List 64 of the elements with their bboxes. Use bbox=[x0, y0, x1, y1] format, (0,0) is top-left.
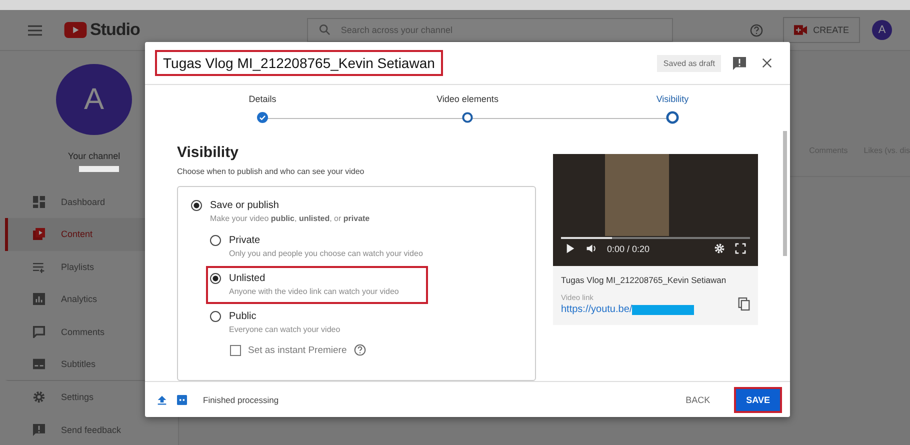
radio-button[interactable] bbox=[210, 235, 221, 246]
play-icon[interactable] bbox=[565, 243, 576, 254]
radio-button[interactable] bbox=[210, 311, 221, 322]
save-button[interactable]: SAVE bbox=[734, 386, 782, 412]
feedback-icon[interactable] bbox=[733, 56, 746, 70]
section-heading: Visibility bbox=[177, 144, 240, 161]
dialog-title: Tugas Vlog MI_212208765_Kevin Setiawan bbox=[155, 50, 443, 76]
search-icon bbox=[318, 24, 330, 35]
redaction-bar bbox=[79, 166, 119, 172]
speech-bubble-icon bbox=[33, 326, 45, 338]
step-label[interactable]: Video elements bbox=[436, 94, 498, 104]
avatar[interactable]: A bbox=[872, 20, 892, 40]
draft-status-chip: Saved as draft bbox=[657, 54, 721, 72]
copy-icon[interactable] bbox=[738, 297, 750, 311]
sidebar-item[interactable]: Playlists bbox=[5, 250, 178, 284]
step-label[interactable]: Visibility bbox=[656, 94, 689, 104]
help-icon[interactable] bbox=[750, 24, 764, 36]
option-description: Make your video public, unlisted, or private bbox=[210, 214, 371, 223]
video-link[interactable]: https://youtu.be/ bbox=[561, 304, 632, 315]
gear-icon bbox=[33, 391, 45, 404]
sidebar-item[interactable]: Dashboard bbox=[5, 186, 178, 218]
video-player[interactable]: 0:00 / 0:20 bbox=[553, 154, 758, 266]
option-label: Private bbox=[229, 235, 260, 246]
volume-icon[interactable] bbox=[586, 243, 597, 254]
logo-text: Studio bbox=[90, 20, 140, 40]
section-description: Choose when to publish and who can see your video bbox=[177, 167, 366, 176]
checkbox-label: Set as instant Premiere bbox=[248, 344, 347, 356]
play-logo-icon bbox=[64, 22, 87, 38]
fullscreen-icon[interactable] bbox=[735, 243, 746, 254]
feedback-icon bbox=[33, 424, 45, 436]
radio-button[interactable] bbox=[191, 200, 202, 211]
create-button[interactable]: CREATE bbox=[783, 17, 860, 43]
option-description: Anyone with the video link can watch your video bbox=[229, 287, 400, 296]
sidebar-item[interactable]: Comments bbox=[5, 315, 178, 348]
sidebar-item[interactable]: Subtitles bbox=[5, 348, 178, 380]
scrollbar[interactable] bbox=[783, 131, 787, 256]
close-icon[interactable] bbox=[762, 58, 772, 68]
radio-button[interactable] bbox=[210, 273, 221, 284]
video-time: 0:00 / 0:20 bbox=[607, 244, 650, 254]
video-icon bbox=[33, 228, 45, 240]
channel-avatar: A bbox=[56, 64, 132, 136]
step-label[interactable]: Details bbox=[248, 94, 276, 104]
hd-badge-icon bbox=[177, 394, 187, 404]
option-label: Save or publish bbox=[210, 200, 279, 211]
menu-icon[interactable] bbox=[28, 24, 42, 36]
video-title: Tugas Vlog MI_212208765_Kevin Setiawan bbox=[561, 275, 728, 285]
checkbox[interactable] bbox=[230, 344, 241, 356]
subtitles-icon bbox=[33, 358, 45, 370]
video-camera-icon bbox=[794, 25, 808, 35]
list-icon bbox=[33, 260, 45, 273]
sidebar-item[interactable]: Send feedback bbox=[5, 414, 178, 445]
settings-icon[interactable] bbox=[714, 243, 725, 254]
option-label: Public bbox=[229, 311, 256, 322]
sidebar-item[interactable]: Analytics bbox=[5, 283, 178, 316]
bar-chart-icon bbox=[33, 293, 45, 306]
channel-label: Your channel bbox=[68, 151, 120, 162]
back-button[interactable]: BACK bbox=[678, 388, 718, 410]
grid-icon bbox=[33, 196, 45, 208]
option-description: Everyone can watch your video bbox=[229, 325, 342, 334]
upload-icon bbox=[157, 394, 167, 404]
option-label: Unlisted bbox=[229, 273, 266, 284]
redaction-bar bbox=[632, 304, 694, 314]
help-icon[interactable] bbox=[354, 344, 366, 356]
processing-status: Finished processing bbox=[203, 394, 279, 404]
